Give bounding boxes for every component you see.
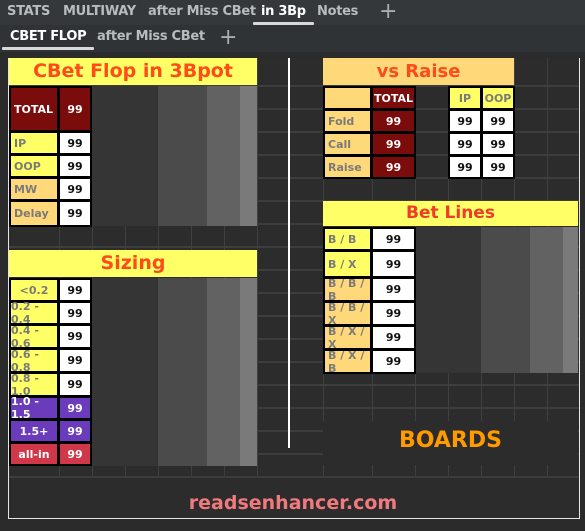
bet-line-label: B / X / X (323, 325, 372, 351)
cbet-row-label: IP (9, 131, 59, 155)
vs-raise-oop-value[interactable]: 99 (481, 109, 515, 133)
cbet-row-label: Delay (9, 200, 59, 227)
cbet-total-label: TOTAL (9, 86, 59, 132)
cbet-row-value[interactable]: 99 (58, 154, 92, 178)
vs-raise-oop-value[interactable]: 99 (481, 155, 515, 179)
vs-raise-col-total: TOTAL (371, 86, 416, 110)
bet-line-label: B / X / B (323, 349, 372, 375)
cbet-row-value[interactable]: 99 (58, 177, 92, 201)
tab-stats[interactable]: STATS (7, 0, 50, 25)
vs-raise-col-ip: IP (448, 86, 482, 110)
cbet-row-value[interactable]: 99 (58, 200, 92, 227)
bet-line-value[interactable]: 99 (371, 349, 416, 374)
tab-notes[interactable]: Notes (317, 0, 358, 25)
sizing-row-value[interactable]: 99 (58, 419, 92, 443)
tab-after-miss-cbet[interactable]: after Miss CBet (148, 0, 256, 25)
bet-line-value[interactable]: 99 (371, 277, 416, 302)
vs-raise-total-value[interactable]: 99 (371, 109, 416, 133)
cbet-flop-title: CBet Flop in 3Bpot (9, 58, 257, 85)
tab-multiway[interactable]: MULTIWAY (63, 0, 136, 25)
sizing-row-label: 1.0 - 1.5 (9, 395, 59, 421)
sizing-row-value[interactable]: 99 (58, 278, 92, 302)
bet-line-label: B / B / B (323, 277, 372, 303)
vs-raise-row-label: Raise (323, 155, 372, 179)
vs-raise-ip-value[interactable]: 99 (448, 132, 482, 156)
sizing-row-label: <0.2 (9, 278, 59, 302)
sizing-row-label: 0.4 - 0.6 (9, 324, 59, 350)
vs-raise-total-value[interactable]: 99 (371, 155, 416, 179)
vs-raise-oop-value[interactable]: 99 (481, 132, 515, 156)
cbet-total-value[interactable]: 99 (58, 86, 92, 132)
add-subtab-icon[interactable]: + (219, 27, 237, 49)
tab-in-3bp[interactable]: in 3Bp (253, 0, 314, 25)
sizing-row-label: 0.6 - 0.8 (9, 348, 59, 374)
bet-line-label: B / B (323, 227, 372, 251)
bet-line-value[interactable]: 99 (371, 325, 416, 350)
vs-raise-col-oop: OOP (481, 86, 515, 110)
secondary-tab-bar: CBET FLOP after Miss CBet + (0, 25, 585, 52)
sizing-row-value[interactable]: 99 (58, 348, 92, 373)
sizing-row-label: all-in (9, 442, 59, 466)
sizing-row-label: 0.2 - 0.4 (9, 300, 59, 326)
sizing-row-label: 1.5+ (9, 419, 59, 443)
cbet-row-label: MW (9, 177, 59, 201)
bet-line-value[interactable]: 99 (371, 301, 416, 326)
bet-line-value[interactable]: 99 (371, 227, 416, 251)
sizing-row-value[interactable]: 99 (58, 396, 92, 420)
bet-line-label: B / B / X (323, 301, 372, 327)
footer-link[interactable]: readsenhancer.com (8, 492, 578, 514)
section-divider (288, 58, 290, 448)
tab-cbet-flop[interactable]: CBET FLOP (1, 25, 95, 50)
vs-raise-ip-value[interactable]: 99 (448, 109, 482, 133)
bet-lines-title: Bet Lines (323, 201, 578, 226)
sizing-row-value[interactable]: 99 (58, 442, 92, 466)
add-tab-icon[interactable]: + (379, 1, 397, 23)
primary-tab-bar: STATS MULTIWAY after Miss CBet in 3Bp No… (0, 0, 585, 25)
cbet-row-label: OOP (9, 154, 59, 178)
vs-raise-ip-value[interactable]: 99 (448, 155, 482, 179)
bet-line-value[interactable]: 99 (371, 250, 416, 278)
vs-raise-row-label: Call (323, 132, 372, 156)
vs-raise-title: vs Raise (323, 58, 514, 85)
sizing-row-label: 0.8 - 1.0 (9, 372, 59, 398)
bet-line-label: B / X (323, 250, 372, 278)
sizing-row-value[interactable]: 99 (58, 372, 92, 397)
boards-label[interactable]: BOARDS (323, 428, 578, 453)
sizing-title: Sizing (9, 250, 257, 277)
vs-raise-row-label: Fold (323, 109, 372, 133)
cbet-row-value[interactable]: 99 (58, 131, 92, 155)
tab-after-miss-cbet-sub[interactable]: after Miss CBet (97, 25, 205, 50)
vs-raise-total-value[interactable]: 99 (371, 132, 416, 156)
vs-raise-corner (323, 86, 372, 110)
sizing-row-value[interactable]: 99 (58, 324, 92, 349)
sizing-row-value[interactable]: 99 (58, 301, 92, 325)
